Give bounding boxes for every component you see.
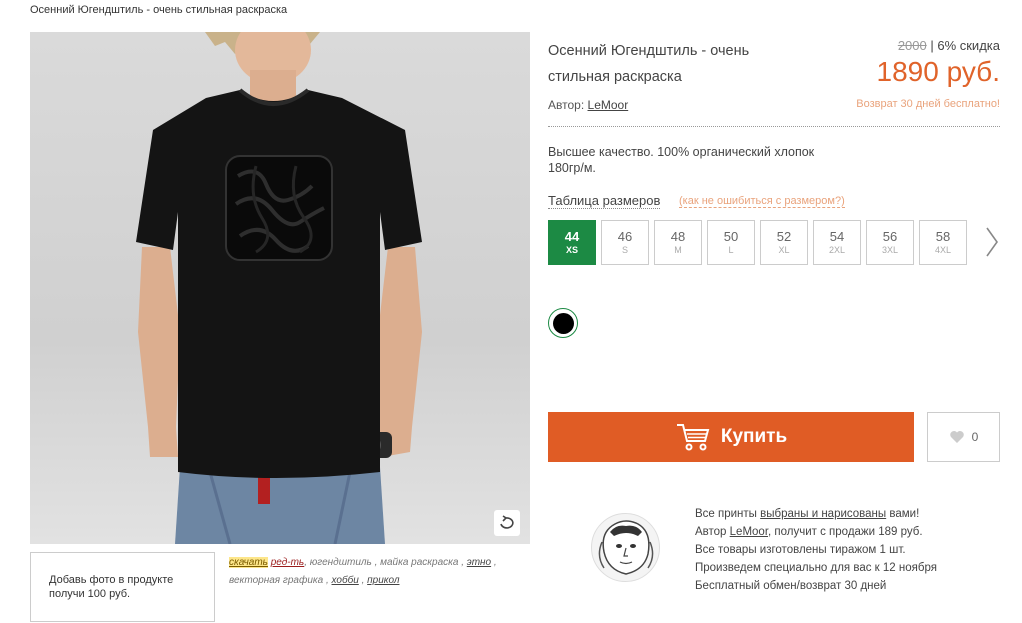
size-option-44[interactable]: 44 XS (548, 220, 596, 265)
color-option-black[interactable] (548, 308, 578, 338)
buy-label: Купить (720, 426, 788, 447)
info-line-5: Бесплатный обмен/возврат 30 дней (695, 580, 887, 592)
info-author-link[interactable]: LeMoor (730, 526, 768, 538)
info-line-2: Автор LeMoor, получит с продажи 189 руб. (695, 526, 923, 538)
cart-icon (676, 424, 710, 451)
return-note: Возврат 30 дней бесплатно! (856, 98, 1000, 110)
product-page: Осенний Югендштиль - очень стильная раск… (0, 0, 1022, 623)
size-option-58[interactable]: 58 4XL (919, 220, 967, 265)
product-photo[interactable] (30, 32, 530, 544)
old-price-row: 2000 | 6% скидка (898, 38, 1000, 53)
tag-jugendstil: югендштиль (309, 557, 372, 568)
product-description: Высшее качество. 100% органический хлопо… (548, 145, 815, 175)
size-selector: 44 XS 46 S 48 M 50 L 52 XL 54 2XL 56 3XL 58 4XL (548, 220, 972, 265)
tags-list: скачать ред-ть, югендштиль , майка раскр… (229, 557, 497, 586)
like-button[interactable]: 0 (927, 412, 1000, 462)
info-block: Все принты выбраны и нарисованы вами! Ав… (695, 505, 937, 595)
tag-ethno[interactable]: этно (467, 557, 491, 568)
buy-button[interactable]: Купить (548, 412, 914, 462)
author-label: Автор: (548, 98, 585, 112)
info-prints-link[interactable]: выбраны и нарисованы (760, 508, 886, 520)
size-option-54[interactable]: 54 2XL (813, 220, 861, 265)
tag-vector: векторная графика (229, 575, 324, 586)
size-option-48[interactable]: 48 M (654, 220, 702, 265)
tag-hobby[interactable]: хобби (332, 575, 359, 586)
size-option-46[interactable]: 46 S (601, 220, 649, 265)
heart-icon (949, 431, 964, 443)
breadcrumb[interactable]: Осенний Югендштиль - очень стильная раск… (30, 4, 287, 16)
color-dot (552, 312, 574, 334)
tag-edit[interactable]: ред-ть (271, 557, 304, 568)
size-option-50[interactable]: 50 L (707, 220, 755, 265)
info-line-3: Все товары изготовлены тиражом 1 шт. (695, 544, 906, 556)
tag-shirt-coloring: майка раскраска (380, 557, 459, 568)
old-price: 2000 (897, 38, 927, 53)
size-option-56[interactable]: 56 3XL (866, 220, 914, 265)
price: 1890 руб. (876, 56, 1000, 87)
size-option-52[interactable]: 52 XL (760, 220, 808, 265)
size-table-link[interactable]: Таблица размеров (548, 193, 661, 209)
discount-label: | 6% скидка (930, 38, 1000, 53)
tshirt-model-image (136, 32, 422, 544)
chevron-right-icon[interactable] (984, 226, 1000, 258)
tag-prank[interactable]: прикол (367, 575, 399, 586)
divider (548, 126, 1000, 127)
info-line-4: Произведем специально для вас к 12 ноябр… (695, 562, 937, 574)
product-author: Автор: LeMoor (548, 98, 628, 112)
author-link[interactable]: LeMoor (588, 98, 629, 112)
add-photo-box[interactable]: Добавь фото в продукте получи 100 руб. (30, 552, 215, 622)
like-count: 0 (971, 430, 979, 444)
rotate-icon (500, 515, 514, 529)
rotate-view-button[interactable] (494, 510, 520, 536)
product-title: Осенний Югендштиль - очень стильная раск… (548, 43, 750, 85)
lion-portrait-logo (590, 512, 661, 583)
tag-download[interactable]: скачать (229, 557, 268, 568)
size-help-link[interactable]: (как не ошибиться с размером?) (679, 195, 845, 208)
info-line-1: Все принты выбраны и нарисованы вами! (695, 508, 920, 520)
